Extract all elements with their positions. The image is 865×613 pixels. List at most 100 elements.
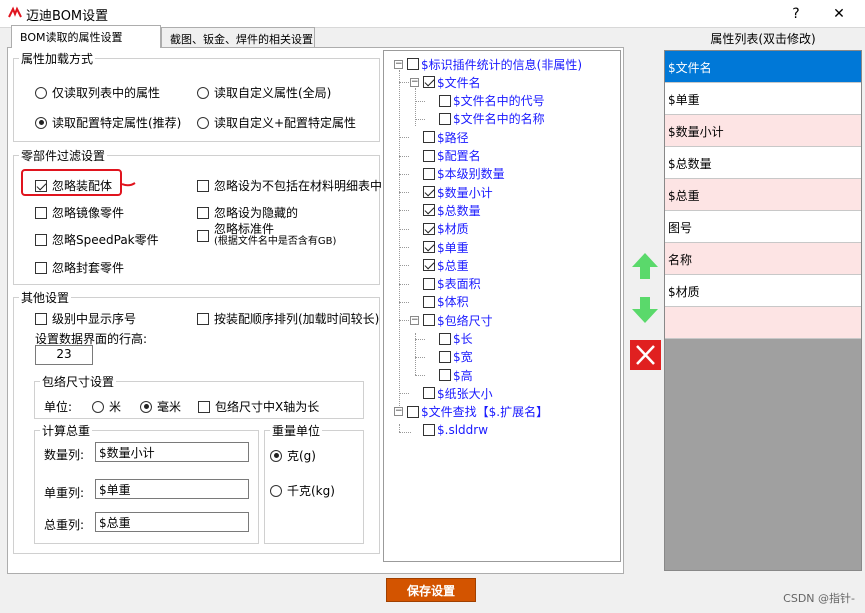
tree-node[interactable]: $长	[439, 331, 473, 347]
property-list-row[interactable]: $总重	[665, 179, 861, 211]
tree-expander-icon[interactable]: −	[394, 407, 403, 417]
checkbox-icon[interactable]	[423, 424, 435, 436]
load-option-custom-global[interactable]: 读取自定义属性(全局)	[197, 84, 331, 101]
tree-node[interactable]: − $包络尺寸	[410, 312, 493, 328]
property-list-row[interactable]: 名称	[665, 243, 861, 275]
checkbox-icon[interactable]	[35, 261, 47, 274]
tree-node[interactable]: $配置名	[423, 148, 481, 164]
property-list-row[interactable]: $数量小计	[665, 115, 861, 147]
checkbox-icon[interactable]	[35, 233, 47, 246]
radio-checked-icon[interactable]	[35, 116, 47, 129]
checkbox-checked-icon[interactable]	[423, 204, 435, 217]
checkbox-checked-icon[interactable]	[423, 259, 435, 272]
tree-node[interactable]: $体积	[423, 294, 469, 310]
property-list-row[interactable]: $文件名	[665, 51, 861, 83]
tab-bom-properties[interactable]: BOM读取的属性设置	[11, 25, 161, 48]
checkbox-icon[interactable]	[439, 332, 451, 345]
radio-checked-icon[interactable]	[270, 449, 282, 462]
property-list-row[interactable]: $材质	[665, 275, 861, 307]
checkbox-icon[interactable]	[197, 206, 209, 219]
unit-kg-radio[interactable]: 千克(kg)	[270, 482, 335, 499]
radio-icon[interactable]	[197, 116, 209, 129]
checkbox-icon[interactable]	[423, 314, 435, 327]
checkbox-icon[interactable]	[407, 405, 419, 418]
checkbox-checked-icon[interactable]	[423, 76, 435, 89]
show-level-no-checkbox[interactable]: 级别中显示序号	[35, 310, 136, 327]
tree-node[interactable]: $本级别数量	[423, 166, 505, 182]
tree-node[interactable]: $数量小计	[423, 184, 493, 200]
help-button[interactable]: ?	[783, 3, 809, 25]
checkbox-icon[interactable]	[439, 369, 451, 382]
checkbox-checked-icon[interactable]	[423, 222, 435, 235]
tree-node[interactable]: $.slddrw	[423, 422, 488, 438]
checkbox-icon[interactable]	[423, 387, 435, 400]
tree-node[interactable]: $高	[439, 367, 473, 383]
checkbox-icon[interactable]	[407, 58, 419, 70]
tree-node[interactable]: $单重	[423, 239, 469, 255]
checkbox-icon[interactable]	[439, 350, 451, 363]
close-button[interactable]: ✕	[826, 3, 852, 25]
ignore-envelope-checkbox[interactable]: 忽略封套零件	[35, 259, 124, 276]
load-option-list-only[interactable]: 仅读取列表中的属性	[35, 84, 160, 101]
tree-node[interactable]: $纸张大小	[423, 385, 493, 401]
load-option-custom-plus-config[interactable]: 读取自定义+配置特定属性	[197, 114, 356, 131]
ignore-assembly-checkbox[interactable]: 忽略装配体	[35, 177, 112, 194]
tree-node[interactable]: $总数量	[423, 202, 481, 218]
checkbox-checked-icon[interactable]	[423, 186, 435, 199]
property-list[interactable]: $文件名 $单重 $数量小计 $总数量 $总重 图号 名称 $材质	[664, 50, 862, 571]
checkbox-icon[interactable]	[197, 312, 209, 325]
property-list-row[interactable]: $单重	[665, 83, 861, 115]
checkbox-icon[interactable]	[439, 94, 451, 107]
radio-icon[interactable]	[92, 400, 104, 413]
tree-node[interactable]: − $文件查找【$.扩展名】	[394, 404, 548, 420]
property-list-row[interactable]	[665, 307, 861, 339]
checkbox-icon[interactable]	[423, 167, 435, 180]
unit-meter-radio[interactable]: 米	[92, 398, 121, 415]
tab-screenshot-sheetmetal[interactable]: 截图、钣金、焊件的相关设置	[161, 27, 315, 48]
tree-expander-icon[interactable]: −	[394, 59, 403, 69]
row-height-input[interactable]: 23	[35, 345, 93, 365]
tree-node[interactable]: $文件名中的代号	[439, 93, 545, 109]
tree-node[interactable]: $路径	[423, 129, 469, 145]
tree-node[interactable]: $文件名中的名称	[439, 111, 545, 127]
tree-node[interactable]: − $文件名	[410, 74, 481, 90]
x-axis-long-checkbox[interactable]: 包络尺寸中X轴为长	[198, 398, 319, 415]
total-weight-column-input[interactable]: $总重	[95, 512, 249, 532]
unit-weight-column-input[interactable]: $单重	[95, 479, 249, 499]
checkbox-icon[interactable]	[197, 229, 209, 242]
checkbox-icon[interactable]	[197, 179, 209, 192]
checkbox-icon[interactable]	[198, 400, 210, 413]
property-list-row[interactable]: 图号	[665, 211, 861, 243]
tree-expander-icon[interactable]: −	[410, 77, 419, 87]
checkbox-icon[interactable]	[423, 149, 435, 162]
tree-node[interactable]: $宽	[439, 349, 473, 365]
ignore-speedpak-checkbox[interactable]: 忽略SpeedPak零件	[35, 231, 159, 248]
qty-column-input[interactable]: $数量小计	[95, 442, 249, 462]
radio-icon[interactable]	[35, 86, 47, 99]
unit-gram-radio[interactable]: 克(g)	[270, 447, 316, 464]
sort-by-assembly-checkbox[interactable]: 按装配顺序排列(加载时间较长)	[197, 310, 379, 327]
property-list-row[interactable]: $总数量	[665, 147, 861, 179]
tree-node[interactable]: $表面积	[423, 276, 481, 292]
tree-node[interactable]: − $标识插件统计的信息(非属性)	[394, 56, 582, 72]
move-up-icon[interactable]	[630, 251, 660, 281]
tree-node[interactable]: $总重	[423, 257, 469, 273]
save-button[interactable]: 保存设置	[386, 578, 476, 602]
checkbox-icon[interactable]	[35, 206, 47, 219]
unit-mm-radio[interactable]: 毫米	[140, 398, 181, 415]
checkbox-icon[interactable]	[423, 295, 435, 308]
checkbox-checked-icon[interactable]	[35, 179, 47, 192]
radio-icon[interactable]	[270, 484, 282, 497]
radio-icon[interactable]	[197, 86, 209, 99]
checkbox-checked-icon[interactable]	[423, 241, 435, 253]
ignore-not-in-bom-checkbox[interactable]: 忽略设为不包括在材料明细表中的	[197, 177, 394, 194]
checkbox-icon[interactable]	[35, 312, 47, 325]
checkbox-icon[interactable]	[423, 131, 435, 144]
ignore-hidden-checkbox[interactable]: 忽略设为隐藏的	[197, 204, 298, 221]
move-down-icon[interactable]	[630, 295, 660, 325]
checkbox-icon[interactable]	[423, 277, 435, 290]
ignore-standard-checkbox[interactable]: 忽略标准件 (根据文件名中是否含有GB)	[197, 223, 336, 247]
radio-checked-icon[interactable]	[140, 400, 152, 413]
ignore-mirror-checkbox[interactable]: 忽略镜像零件	[35, 204, 124, 221]
load-option-config-specific[interactable]: 读取配置特定属性(推荐)	[35, 114, 181, 131]
